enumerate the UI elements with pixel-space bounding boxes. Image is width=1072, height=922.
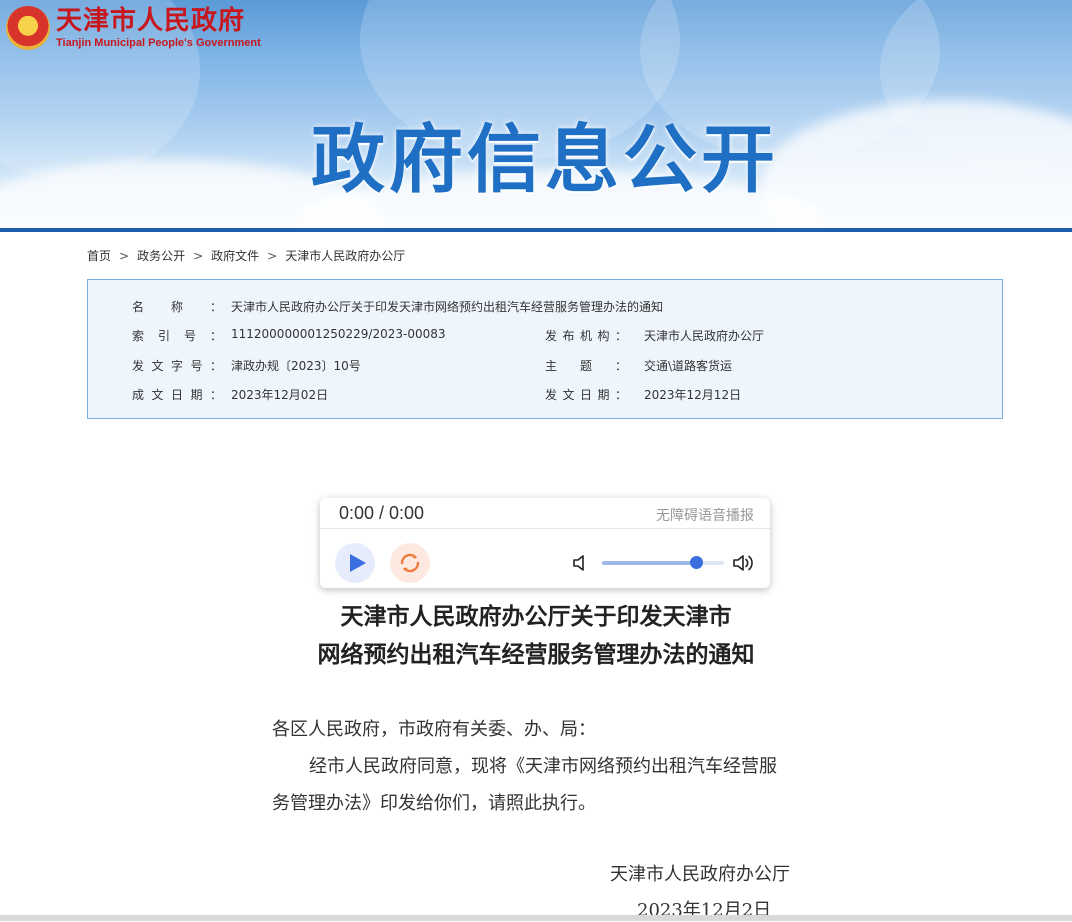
player-label: 无障碍语音播报: [656, 508, 754, 524]
meta-subject-label: 主题：: [545, 359, 627, 373]
meta-index-value: 11120000000125022​9/2023-00083: [231, 327, 446, 341]
player-time: 0:00 / 0:00: [339, 503, 425, 523]
document-title-line1: 天津市人民政府办公厅关于印发天津市: [340, 603, 732, 630]
breadcrumb: 首页 > 政务公开 > 政府文件 > 天津市人民政府办公厅: [87, 247, 405, 264]
page-scroll-edge: [0, 915, 1072, 921]
breadcrumb-separator: >: [119, 249, 130, 263]
document-paragraph-line2: 务管理办法》印发给你们，请照此执行。: [272, 793, 596, 814]
header-banner: 天津市人民政府 Tianjin Municipal People's Gover…: [0, 0, 1072, 228]
meta-created-value: 2023年12月02日: [231, 388, 329, 402]
national-emblem-icon: [6, 6, 50, 50]
logo-chinese: 天津市人民政府: [56, 6, 246, 36]
volume-low-icon[interactable]: [572, 553, 590, 577]
meta-name-label: 名称：: [132, 300, 222, 314]
document-metadata-table: 名称： 天津市人民政府办公厅关于印发天津市网络预约出租汽车经营服务管理办法的通知…: [87, 279, 1003, 419]
document-title: 天津市人民政府办公厅关于印发天津市 网络预约出租汽车经营服务管理办法的通知: [236, 598, 836, 674]
meta-publisher-label: 发布机构：: [545, 329, 627, 343]
meta-issued-value: 2023年12月12日: [644, 388, 742, 402]
document-signature: 天津市人民政府办公厅: [610, 864, 790, 885]
document-title-line2: 网络预约出租汽车经营服务管理办法的通知: [317, 641, 755, 668]
banner-title: 政府信息公开: [311, 117, 779, 203]
player-divider: [320, 528, 770, 529]
meta-index-label: 索引号：: [132, 329, 222, 343]
meta-name-value: 天津市人民政府办公厅关于印发天津市网络预约出租汽车经营服务管理办法的通知: [231, 300, 664, 314]
play-icon[interactable]: [335, 543, 375, 583]
document-salutation: 各区人民政府，市政府有关委、办、局：: [272, 719, 596, 740]
breadcrumb-separator: >: [193, 249, 204, 263]
breadcrumb-separator: >: [267, 249, 278, 263]
meta-subject-value: 交通\道路客货运: [644, 359, 733, 373]
breadcrumb-office[interactable]: 天津市人民政府办公厅: [285, 249, 405, 263]
meta-publisher-value: 天津市人民政府办公厅: [644, 329, 765, 343]
volume-slider[interactable]: [602, 556, 724, 569]
volume-slider-handle[interactable]: [689, 556, 703, 569]
loop-icon[interactable]: [390, 543, 430, 583]
meta-issued-label: 发文日期：: [545, 388, 627, 402]
site-logo[interactable]: 天津市人民政府 Tianjin Municipal People's Gover…: [6, 6, 261, 50]
breadcrumb-gov-documents[interactable]: 政府文件: [211, 249, 259, 263]
logo-english: Tianjin Municipal People's Government: [56, 37, 261, 49]
breadcrumb-home[interactable]: 首页: [87, 249, 111, 263]
audio-player: 0:00 / 0:00 无障碍语音播报: [320, 498, 770, 588]
meta-docno-value: 津政办规〔2023〕10号: [231, 359, 361, 373]
meta-created-label: 成文日期：: [132, 388, 222, 402]
volume-slider-fill: [602, 561, 696, 565]
meta-docno-label: 发文字号：: [132, 359, 222, 373]
volume-high-icon[interactable]: [732, 552, 756, 578]
breadcrumb-gov-affairs[interactable]: 政务公开: [137, 249, 185, 263]
document-paragraph-line1: 经市人民政府同意，现将《天津市网络预约出租汽车经营服: [309, 756, 777, 777]
header-divider: [0, 228, 1072, 232]
